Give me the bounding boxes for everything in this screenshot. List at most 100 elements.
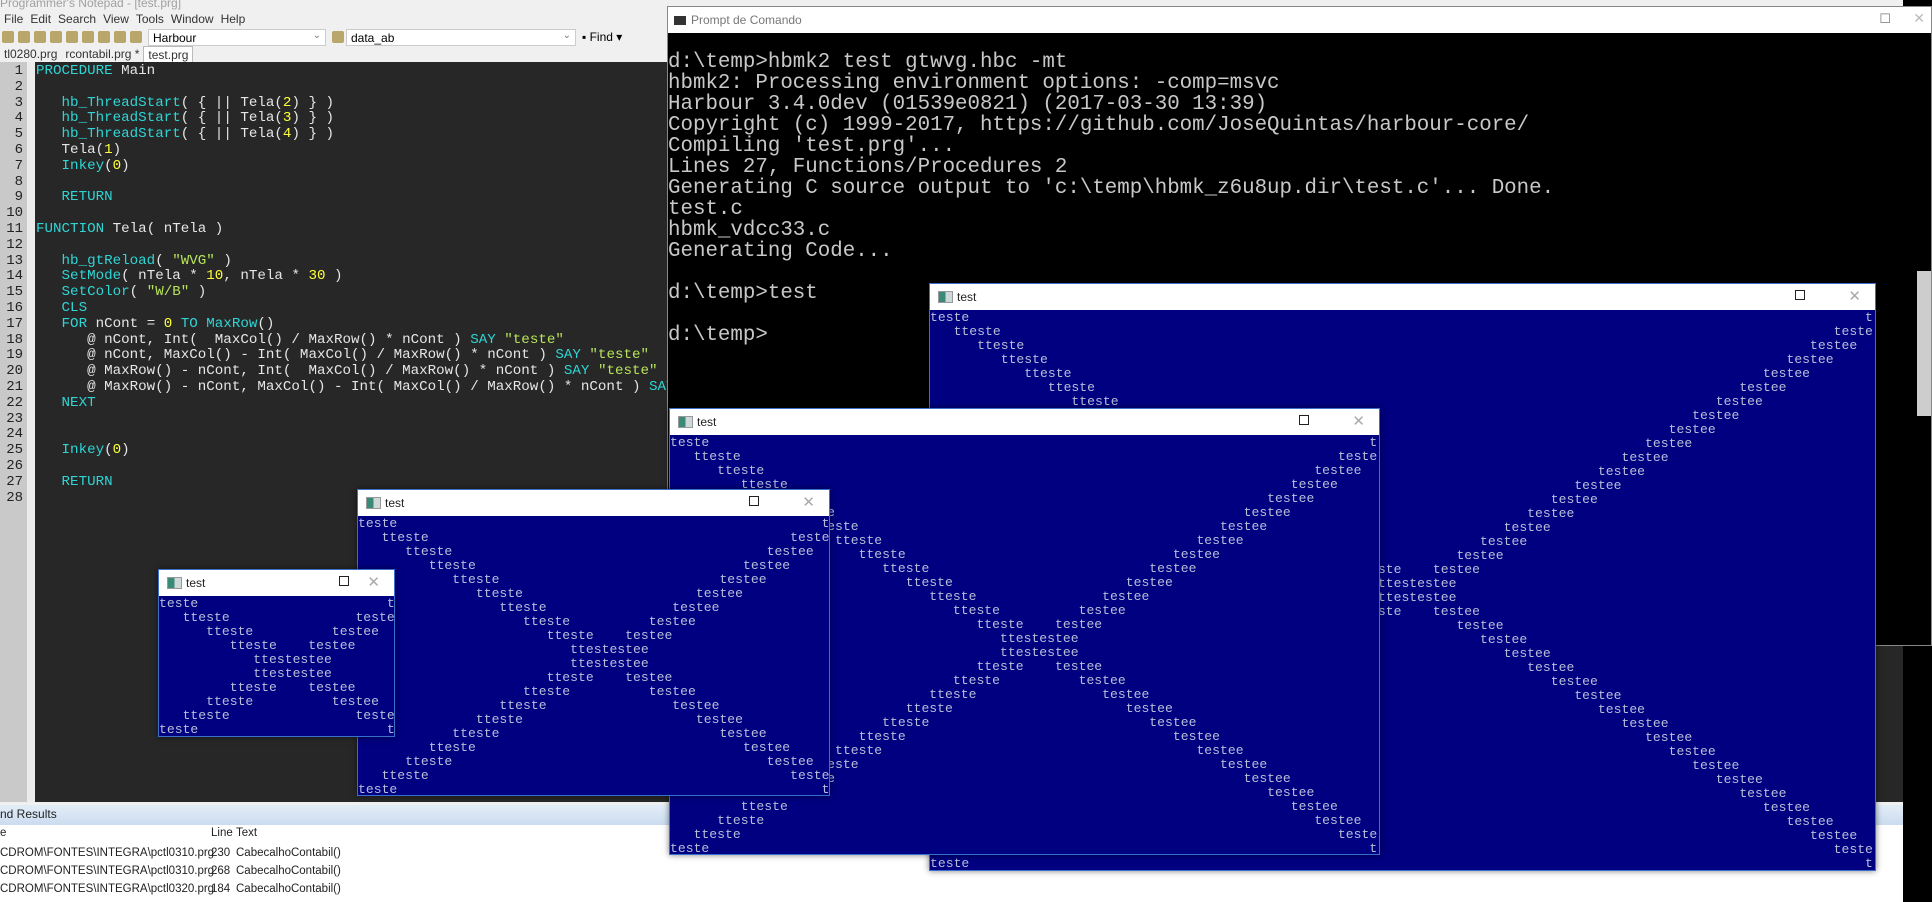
menu-item-window[interactable]: Window <box>171 12 214 28</box>
redo-icon[interactable] <box>82 31 94 43</box>
column-text[interactable]: Text <box>236 827 257 839</box>
paste-icon[interactable] <box>130 31 142 43</box>
line-number: 23 <box>6 410 23 427</box>
code-token: nCont = <box>87 315 164 332</box>
scrollbar-thumb[interactable] <box>1917 271 1931 416</box>
code-line: @ MaxRow() - nCont, Int( MaxCol() / MaxR… <box>36 363 657 380</box>
save-icon[interactable] <box>18 31 30 43</box>
close-icon[interactable]: ✕ <box>1913 10 1925 27</box>
test-window-title-bar[interactable]: test ✕ <box>358 490 829 516</box>
code-token: Tela( nTela ) <box>104 221 224 237</box>
code-line: hb_ThreadStart( { || Tela(3) } ) <box>36 110 334 126</box>
console-row: tteste testee <box>930 380 1873 395</box>
maximize-icon[interactable] <box>749 496 759 506</box>
console-output: teste t tteste teste tteste testee ttest… <box>358 516 830 796</box>
test-window-tela2[interactable]: test ✕ teste t tteste teste tteste testee … <box>357 489 830 796</box>
code-token: NEXT <box>61 394 96 411</box>
result-row[interactable]: CDROM\FONTES\INTEGRA\pctl0320.prg 184 Cab… <box>0 883 1903 901</box>
test-window-title-bar[interactable]: test ✕ <box>930 284 1875 310</box>
code-token: SAY <box>563 363 590 380</box>
copy-icon[interactable] <box>114 31 126 43</box>
file-tab[interactable]: tl0280.prg <box>0 46 61 63</box>
code-line: Inkey(0) <box>36 158 130 174</box>
line-number: 3 <box>14 94 23 111</box>
scheme-select[interactable]: Harbour ⌄ <box>148 28 326 46</box>
code-token: ) <box>121 157 130 174</box>
menu-item-file[interactable]: File <box>4 12 23 28</box>
console-row: tteste teste <box>930 324 1873 339</box>
code-token: Main <box>112 63 156 79</box>
save-all-icon[interactable] <box>34 31 46 43</box>
line-number: 8 <box>14 173 23 190</box>
code-line: NEXT <box>36 395 96 411</box>
code-line: @ MaxRow() - nCont, MaxCol() - Int( MaxC… <box>36 379 743 395</box>
code-token: ) } ) <box>291 126 335 143</box>
line-number-gutter: 1 2 3 4 5 6 7 8 9 10 11 12 13 14 15 16 17 18 19 20 21 22 23 24 2… <box>0 62 27 802</box>
result-file: CDROM\FONTES\INTEGRA\pctl0320.prg <box>0 883 215 895</box>
column-line[interactable]: Line <box>211 827 233 839</box>
maximize-icon[interactable]: ☐ <box>1879 11 1891 27</box>
code-token: @ MaxRow() - nCont, MaxCol() - Int( MaxC… <box>36 379 649 395</box>
cmd-line: Generating C source output to 'c:\temp\h… <box>668 177 1555 200</box>
cmd-title-bar[interactable]: Prompt de Comando ☐ ✕ <box>668 7 1931 33</box>
close-icon[interactable]: ✕ <box>802 493 815 511</box>
cmd-scrollbar[interactable] <box>1916 33 1931 645</box>
line-number: 7 <box>14 157 23 174</box>
line-number: 14 <box>6 268 23 285</box>
cmd-line: Generating Code... <box>668 240 893 263</box>
result-text: CabecalhoContabil() <box>236 865 341 877</box>
maximize-icon[interactable] <box>1299 415 1309 425</box>
console-row: tteste testee <box>358 698 830 713</box>
new-file-icon[interactable] <box>2 31 14 43</box>
console-row: tteste teste <box>358 768 830 783</box>
console-row: teste t <box>358 516 830 531</box>
file-tab[interactable]: test.prg <box>143 46 194 63</box>
maximize-icon[interactable] <box>339 576 349 586</box>
code-token: () <box>257 315 275 332</box>
code-token: @ nCont, MaxCol() - Int( MaxCol() / MaxR… <box>36 347 556 364</box>
code-token: ) <box>214 252 232 269</box>
line-number: 19 <box>6 347 23 364</box>
code-line: hb_gtReload( "WVG" ) <box>36 253 232 269</box>
line-number: 5 <box>14 126 23 143</box>
test-window-title-bar[interactable]: test ✕ <box>159 570 394 596</box>
menu-item-edit[interactable]: Edit <box>30 12 51 28</box>
close-icon[interactable]: ✕ <box>1848 287 1861 305</box>
file-tab[interactable]: rcontabil.prg * <box>61 46 143 63</box>
menu-item-help[interactable]: Help <box>221 12 246 28</box>
cut-icon[interactable] <box>98 31 110 43</box>
find-label: Find <box>589 30 613 44</box>
code-token: RETURN <box>61 473 113 490</box>
maximize-icon[interactable] <box>1795 290 1805 300</box>
open-icon[interactable] <box>50 31 62 43</box>
close-icon[interactable]: ✕ <box>1352 412 1365 430</box>
code-token: PROCEDURE <box>36 63 113 79</box>
code-token: ( { || Tela( <box>180 110 283 127</box>
line-number: 11 <box>6 221 23 237</box>
code-line: Tela(1) <box>36 142 122 158</box>
symbol-select[interactable]: data_ab ⌄ <box>346 28 576 46</box>
menu-item-view[interactable]: View <box>103 12 129 28</box>
code-token: 1 <box>104 142 113 158</box>
menu-item-tools[interactable]: Tools <box>136 12 164 28</box>
code-token: ) <box>121 442 130 459</box>
test-window-title-bar[interactable]: test ✕ <box>670 409 1379 435</box>
console-row: tteste testee <box>930 338 1873 353</box>
line-number: 10 <box>6 205 23 222</box>
column-file[interactable]: e <box>0 827 6 839</box>
console-row: tteste testee <box>358 614 830 629</box>
find-button[interactable]: ▪ Find ▾ <box>582 30 622 44</box>
code-line: @ nCont, MaxCol() - Int( MaxCol() / MaxR… <box>36 347 649 363</box>
result-file: CDROM\FONTES\INTEGRA\pctl0310.prg <box>0 865 215 877</box>
close-icon[interactable]: ✕ <box>367 573 380 591</box>
test-window-tela1[interactable]: test ✕ teste t tteste teste tteste testee … <box>158 569 395 737</box>
toolbar: Harbour ⌄ data_ab ⌄ ▪ Find ▾ <box>0 28 700 46</box>
console-row: tteste testee <box>670 813 1378 828</box>
code-token: ( <box>155 252 173 269</box>
undo-icon[interactable] <box>66 31 78 43</box>
menu-item-search[interactable]: Search <box>58 12 96 28</box>
